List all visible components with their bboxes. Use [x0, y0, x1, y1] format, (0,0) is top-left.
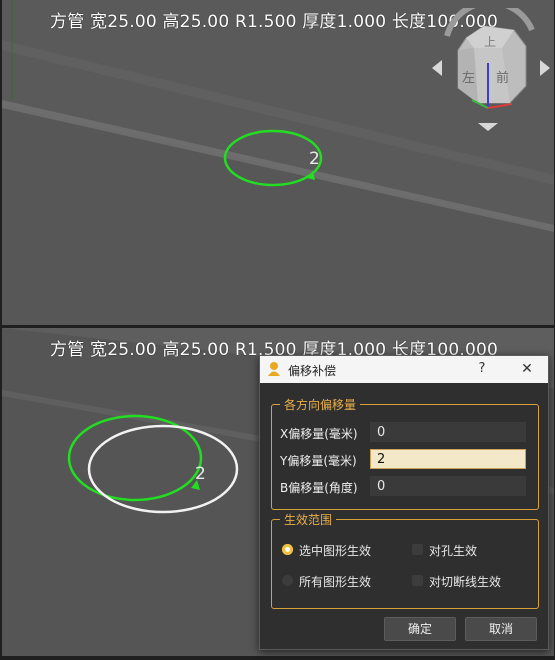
cancel-button[interactable]: 取消 — [465, 617, 537, 641]
b-offset-label: B偏移量(角度) — [280, 481, 358, 495]
app-logo-icon — [268, 362, 280, 376]
offset-group-title: 各方向偏移量 — [280, 396, 361, 413]
help-button[interactable]: ? — [470, 359, 494, 379]
close-button[interactable]: ✕ — [515, 359, 539, 379]
radio-unchecked-icon[interactable] — [282, 575, 293, 586]
offset-compensation-dialog[interactable]: 偏移补偿 ? ✕ 各方向偏移量 X偏移量(毫米) 0 Y偏移量(毫米) 2 B偏… — [259, 355, 549, 650]
rotate-right-arrow-icon[interactable] — [540, 60, 550, 76]
view-cube[interactable]: 上 左 前 — [422, 8, 554, 133]
contour-number-label: 2 — [309, 149, 320, 169]
viewport-top[interactable]: 方管 宽25.00 高25.00 R1.500 厚度1.000 长度100.00… — [2, 0, 554, 325]
scope-group: 生效范围 选中图形生效 对孔生效 所有图形生效 对切断线生效 — [271, 511, 539, 609]
dialog-titlebar[interactable]: 偏移补偿 ? ✕ — [260, 356, 548, 383]
cube-face-left-label: 左 — [462, 71, 475, 86]
cube-face-top-label: 上 — [484, 35, 496, 49]
cube-face-front-label: 前 — [496, 70, 509, 86]
x-axis-icon — [487, 103, 513, 109]
dialog-title: 偏移补偿 — [288, 364, 337, 378]
rotate-left-arrow-icon[interactable] — [432, 60, 442, 76]
contour-number-label: 2 — [195, 464, 206, 484]
radio-checked-icon[interactable] — [282, 544, 293, 555]
scope-group-title: 生效范围 — [280, 511, 337, 528]
ok-button[interactable]: 确定 — [384, 617, 456, 641]
x-offset-input[interactable]: 0 — [370, 422, 526, 442]
checkbox-icon[interactable] — [412, 575, 423, 586]
checkbox-icon[interactable] — [412, 544, 423, 555]
b-offset-input[interactable]: 0 — [370, 476, 526, 496]
y-offset-label: Y偏移量(毫米) — [280, 454, 357, 468]
x-offset-label: X偏移量(毫米) — [280, 427, 358, 441]
rotate-down-arrow-icon[interactable] — [478, 123, 498, 131]
offset-group: 各方向偏移量 X偏移量(毫米) 0 Y偏移量(毫米) 2 B偏移量(角度) 0 — [271, 396, 539, 510]
y-offset-input[interactable]: 2 — [370, 449, 526, 469]
